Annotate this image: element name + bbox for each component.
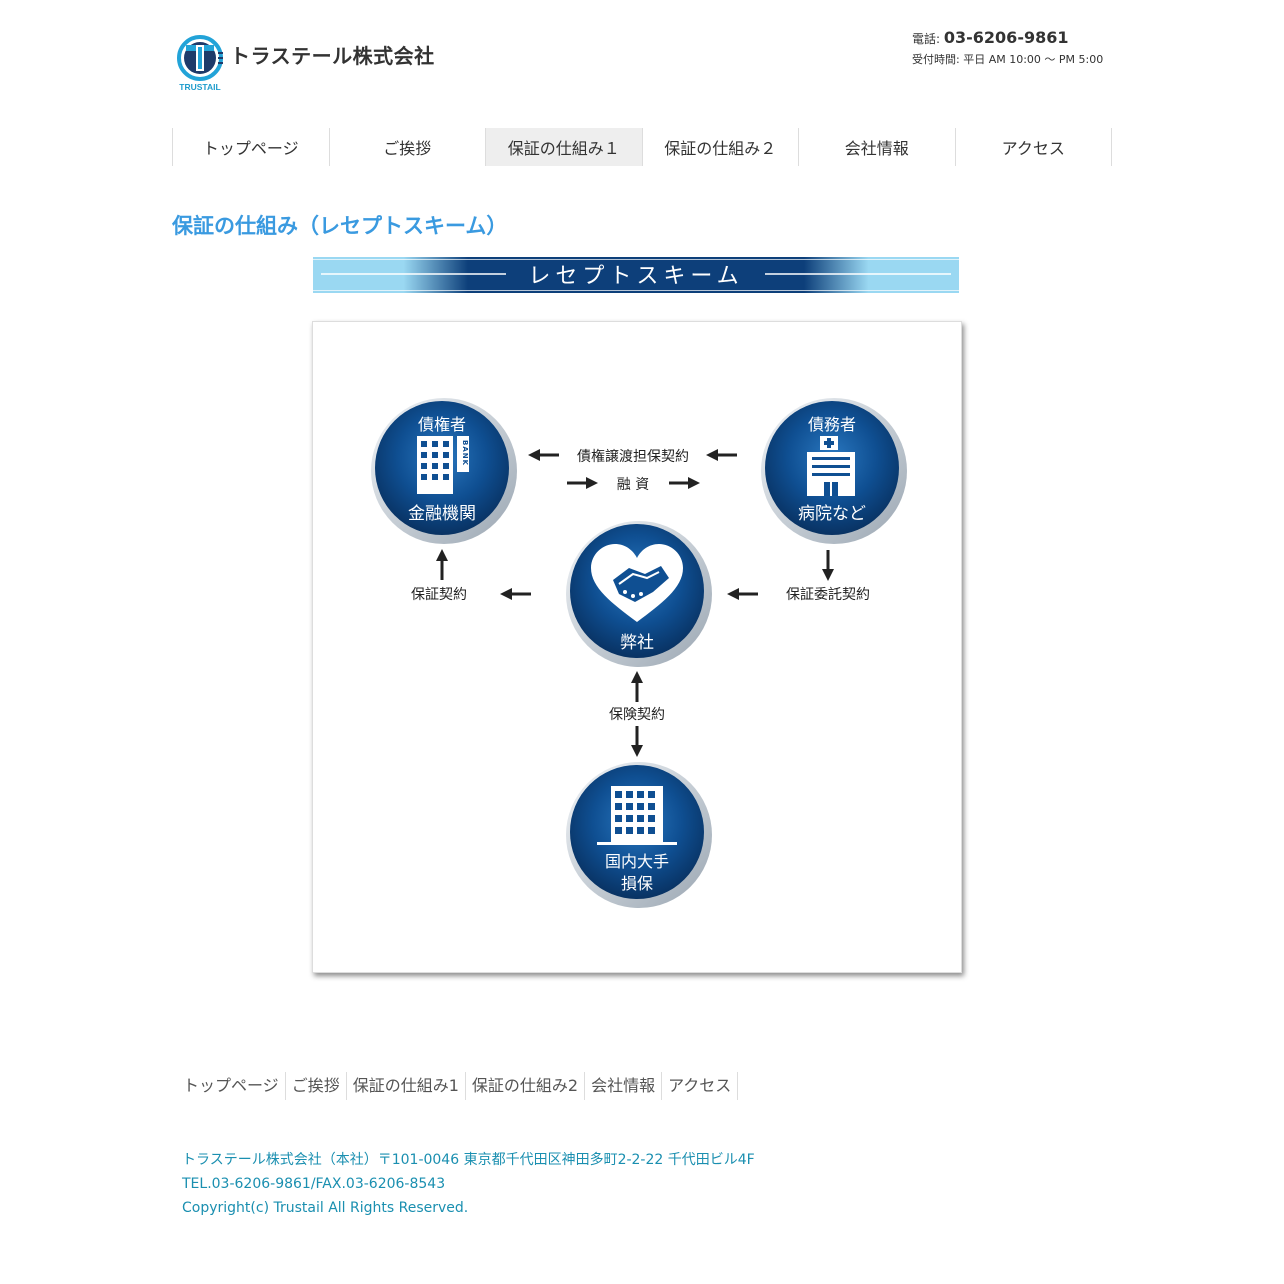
label-insurance-contract: 保険契約 xyxy=(609,707,665,723)
nav-item-scheme-2[interactable]: 保証の仕組み２ xyxy=(643,128,799,166)
company-label: 弊社 xyxy=(620,633,654,653)
banner-title: レセプトスキーム xyxy=(528,264,743,289)
footer-telfax: TEL.03-6206-9861/FAX.03-6206-8543 xyxy=(182,1176,446,1192)
footer-copyright: Copyright(c) Trustail All Rights Reserve… xyxy=(182,1200,469,1216)
creditor-bottom-label: 金融機関 xyxy=(408,504,476,524)
footer-address: トラステール株式会社（本社）〒101-0046 東京都千代田区神田多町2-2-2… xyxy=(182,1152,755,1168)
receipt-scheme-diagram: BANK 債権者 金融機関 債務者 病院など 弊社 国内大手 損保 債権譲渡担保… xyxy=(312,321,962,973)
creditor-top-label: 債権者 xyxy=(418,415,466,434)
debtor-top-label: 債務者 xyxy=(808,415,856,434)
company-node: 弊社 xyxy=(566,521,712,667)
bank-sign-text: BANK xyxy=(461,440,469,466)
nav-item-scheme-1[interactable]: 保証の仕組み１ xyxy=(486,128,643,166)
diagram-canvas: BANK 債権者 金融機関 債務者 病院など 弊社 国内大手 損保 債権譲渡担保… xyxy=(371,398,907,908)
nav-item-top[interactable]: トップページ xyxy=(173,128,330,166)
logo-text: TRUSTAIL xyxy=(179,82,220,92)
label-consignment-contract: 保証委託契約 xyxy=(786,587,870,603)
business-hours: 受付時間: 平日 AM 10:00 〜 PM 5:00 xyxy=(912,53,1104,66)
site-header: TRUSTAIL トラステール株式会社 電話: 03-6206-9861 受付時… xyxy=(172,28,1112,98)
page-title: 保証の仕組み（レセプトスキーム） xyxy=(172,214,508,238)
trustail-logo-icon[interactable]: TRUSTAIL xyxy=(176,32,226,92)
main-nav: トップページ ご挨拶 保証の仕組み１ 保証の仕組み２ 会社情報 アクセス xyxy=(172,128,1112,166)
footer-nav-scheme-2[interactable]: 保証の仕組み2 xyxy=(466,1072,586,1100)
tel-label: 電話: xyxy=(912,32,941,46)
footer-nav-top[interactable]: トップページ xyxy=(177,1072,286,1100)
company-name[interactable]: トラステール株式会社 xyxy=(230,40,435,69)
debtor-node: 債務者 病院など xyxy=(761,398,907,544)
nav-item-greeting[interactable]: ご挨拶 xyxy=(330,128,486,166)
footer-nav-greeting[interactable]: ご挨拶 xyxy=(286,1072,347,1100)
footer-nav: トップページ ご挨拶 保証の仕組み1 保証の仕組み2 会社情報 アクセス xyxy=(177,1072,739,1100)
label-assignment-contract: 債権譲渡担保契約 xyxy=(577,448,689,465)
tel-line: 電話: 03-6206-9861 xyxy=(912,28,1112,47)
debtor-bottom-label: 病院など xyxy=(798,504,866,524)
insurer-label-line2: 損保 xyxy=(621,874,653,893)
scheme-banner: レセプトスキーム xyxy=(313,257,959,293)
insurer-label-line1: 国内大手 xyxy=(605,852,669,871)
label-guarantee-contract: 保証契約 xyxy=(411,587,467,603)
insurer-node: 国内大手 損保 xyxy=(566,762,712,908)
label-financing: 融 資 xyxy=(617,477,649,493)
footer-nav-access[interactable]: アクセス xyxy=(662,1072,739,1100)
nav-item-company[interactable]: 会社情報 xyxy=(799,128,956,166)
nav-item-access[interactable]: アクセス xyxy=(956,128,1112,166)
footer-nav-scheme-1[interactable]: 保証の仕組み1 xyxy=(347,1072,466,1100)
tel-number[interactable]: 03-6206-9861 xyxy=(944,28,1069,47)
contact-info: 電話: 03-6206-9861 受付時間: 平日 AM 10:00 〜 PM … xyxy=(912,28,1112,67)
creditor-node: BANK 債権者 金融機関 xyxy=(371,398,517,544)
footer-nav-company[interactable]: 会社情報 xyxy=(585,1072,663,1100)
footer-info: トラステール株式会社（本社）〒101-0046 東京都千代田区神田多町2-2-2… xyxy=(182,1148,755,1220)
